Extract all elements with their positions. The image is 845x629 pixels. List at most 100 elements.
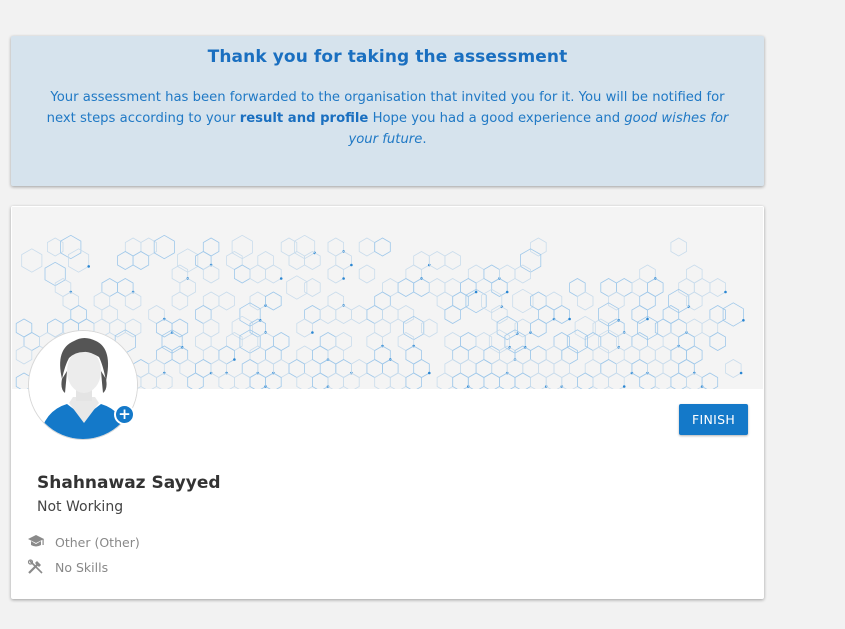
hexagon-shape xyxy=(389,372,407,389)
hexagon-shape xyxy=(566,329,588,354)
hexagon-shape xyxy=(481,288,503,314)
hexagon-shape xyxy=(374,237,391,257)
hexagon-shape xyxy=(530,318,547,338)
hexagon-shape xyxy=(504,329,526,354)
hexagon-shape xyxy=(397,278,415,297)
hexagon-shape xyxy=(343,372,360,389)
hexagon-node-dot xyxy=(739,371,743,375)
assessment-complete-notice: Thank you for taking the assessment Your… xyxy=(11,36,764,186)
hexagon-shape xyxy=(44,261,66,287)
hexagon-shape xyxy=(239,329,261,354)
hexagon-node-dot xyxy=(428,371,431,375)
hexagon-shape xyxy=(132,251,150,270)
hexagon-shape xyxy=(15,345,33,365)
hexagon-shape xyxy=(670,372,687,389)
hexagon-node-dot xyxy=(350,263,353,267)
hexagon-shape xyxy=(483,372,500,389)
hexagon-node-dot xyxy=(505,290,509,294)
hexagon-shape xyxy=(187,372,204,389)
hexagon-shape xyxy=(403,315,425,341)
hexagon-shape xyxy=(265,264,282,284)
skills-row: No Skills xyxy=(27,559,108,575)
hexagon-shape xyxy=(530,372,547,389)
hexagon-shape xyxy=(709,278,726,297)
hexagon-shape xyxy=(265,372,282,389)
hexagon-shape xyxy=(153,234,175,260)
hexagon-shape xyxy=(374,372,391,389)
notice-title: Thank you for taking the assessment xyxy=(207,47,568,67)
hexagon-shape xyxy=(335,305,352,324)
hexagon-shape xyxy=(444,305,461,324)
hexagon-node-dot xyxy=(311,331,314,334)
hexagon-shape xyxy=(668,288,690,314)
skills-text: No Skills xyxy=(55,559,109,575)
hexagon-shape xyxy=(177,248,199,273)
plus-icon: + xyxy=(118,405,131,423)
hexagon-shape xyxy=(496,315,518,341)
hexagon-shape xyxy=(156,372,173,389)
hexagon-shape xyxy=(233,372,251,389)
hexagon-shape xyxy=(553,305,570,324)
hexagon-shape xyxy=(296,372,313,389)
hexagon-shape xyxy=(358,264,376,284)
hexagon-shape xyxy=(514,372,531,389)
hexagon-shape xyxy=(249,264,267,284)
hexagon-shape xyxy=(598,329,620,354)
hexagon-shape xyxy=(488,329,511,354)
hexagon-shape xyxy=(467,372,485,389)
hexagon-shape xyxy=(639,372,656,389)
hexagon-shape xyxy=(670,237,687,257)
hexagon-shape xyxy=(436,372,454,389)
hexagon-shape xyxy=(239,302,261,327)
notice-message: Your assessment has been forwarded to th… xyxy=(46,90,729,147)
hexagon-shape xyxy=(231,234,253,260)
hexagon-node-dot xyxy=(342,277,345,280)
hexagon-shape xyxy=(561,372,578,389)
hexagon-shape xyxy=(294,234,316,260)
hexagon-node-dot xyxy=(474,290,478,294)
hexagon-node-dot xyxy=(646,317,649,321)
hexagon-shape xyxy=(545,372,563,389)
finish-button[interactable]: FINISH xyxy=(679,404,748,435)
hexagon-shape xyxy=(722,302,744,327)
hexagon-shape xyxy=(577,372,594,389)
hexagon-shape xyxy=(654,372,672,389)
hexagon-shape xyxy=(498,372,516,389)
profile-card: + FINISH Shahnawaz Sayyed Not Working Ot… xyxy=(11,206,764,599)
graduation-cap-icon xyxy=(27,534,45,550)
notice-emphasis: result and profile xyxy=(239,111,369,126)
hexagon-shape xyxy=(452,372,469,389)
hexagon-shape xyxy=(60,234,82,260)
hexagon-shape xyxy=(68,248,90,273)
hexagon-shape xyxy=(296,318,313,338)
hexagon-shape xyxy=(592,372,609,389)
hexagon-shape xyxy=(140,372,157,389)
skills-tools-icon xyxy=(27,559,45,575)
hexagon-shape xyxy=(686,372,703,389)
hexagon-shape xyxy=(233,264,251,284)
hexagon-shape xyxy=(218,372,235,389)
hexagon-node-dot xyxy=(87,265,90,268)
candidate-name: Shahnawaz Sayyed xyxy=(37,473,221,493)
hexagon-shape xyxy=(231,315,253,341)
hexagon-shape xyxy=(124,291,142,311)
add-photo-button[interactable]: + xyxy=(114,404,135,425)
hexagon-node-dot xyxy=(622,385,626,388)
hexagon-shape xyxy=(608,372,625,389)
hexagon-shape xyxy=(21,248,43,273)
hexagon-shape xyxy=(265,291,282,311)
hexagon-shape xyxy=(577,291,594,311)
education-text: Other (Other) xyxy=(55,534,140,550)
hexagon-shape xyxy=(117,251,134,270)
hexagon-shape xyxy=(358,237,376,257)
hexagon-node-dot xyxy=(233,358,236,361)
employment-status: Not Working xyxy=(37,499,124,515)
hexagon-shape xyxy=(311,372,329,389)
hexagon-shape xyxy=(327,264,345,284)
hexagon-shape xyxy=(574,315,596,341)
hexagon-shape xyxy=(413,278,430,297)
education-row: Other (Other) xyxy=(27,534,140,550)
hexagon-shape xyxy=(701,372,719,389)
hexagon-shape xyxy=(202,264,220,284)
hexagon-shape xyxy=(171,291,189,311)
